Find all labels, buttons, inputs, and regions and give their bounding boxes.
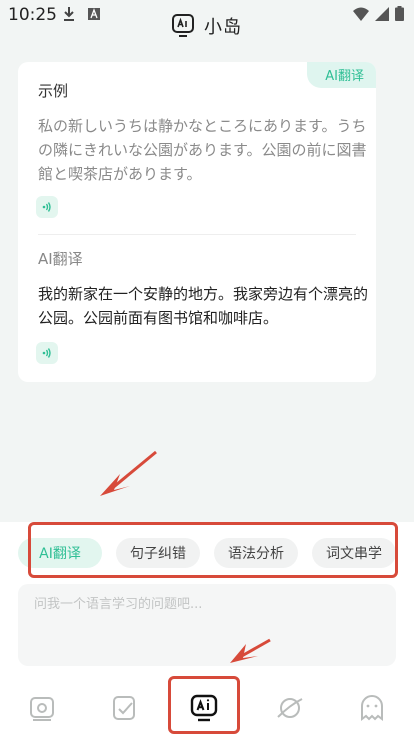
speaker-icon [42,348,51,358]
note-check-icon [113,696,135,720]
translation-card: AI翻译 示例 私の新しいうちは静かなところにあります。うちの隣にきれいな公園が… [18,62,376,382]
page-title: 小岛 [204,17,242,38]
annotation-box-chips [28,522,398,578]
example-text: 私の新しいうちは静かなところにあります。うちの隣にきれいな公園があります。公園の… [38,117,367,183]
tab-notes[interactable] [108,692,140,724]
ai-translate-badge: AI翻译 [307,62,376,88]
play-example-button[interactable] [36,196,58,218]
translation-text: 我的新家在一个安静的地方。我家旁边有个漂亮的公园。公园前面有图书馆和咖啡店。 [38,285,369,327]
ai-logo-icon [172,14,194,37]
example-label: 示例 [38,82,69,100]
divider [38,234,356,235]
photo-icon [30,697,54,721]
speaker-icon [42,202,51,212]
translation-label: AI翻译 [38,250,83,268]
question-input[interactable] [32,596,376,613]
tab-photo[interactable] [26,692,58,724]
play-translation-button[interactable] [36,342,58,364]
tab-profile[interactable] [356,692,388,724]
ghost-icon [361,695,383,721]
planet-icon [277,698,303,718]
app-header: 小岛 [0,10,414,42]
annotation-arrow-chips [100,450,157,496]
question-input-box[interactable] [18,584,396,666]
annotation-box-ai-tab [168,676,240,734]
tab-explore[interactable] [274,692,306,724]
